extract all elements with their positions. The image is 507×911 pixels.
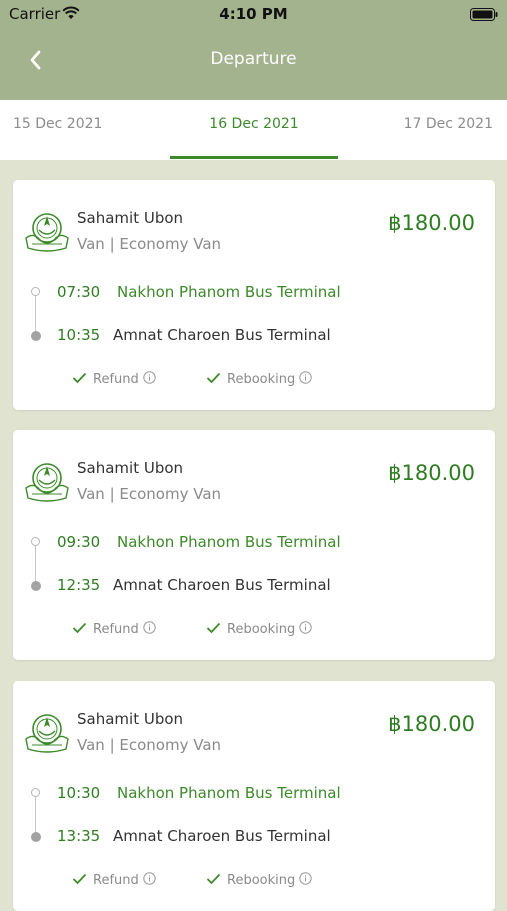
info-icon[interactable] (143, 872, 156, 889)
refund-label: Refund (93, 372, 139, 387)
operator-logo-icon (24, 711, 70, 755)
arrival-dot-icon (31, 832, 41, 842)
vehicle-type: Van | Economy Van (77, 736, 222, 754)
refund-label: Refund (93, 873, 139, 888)
vehicle-type: Van | Economy Van (77, 485, 222, 503)
check-icon (206, 372, 221, 388)
info-icon[interactable] (299, 371, 312, 388)
operator-logo-icon (24, 460, 70, 504)
tab-prev-date[interactable]: 15 Dec 2021 (13, 116, 102, 132)
info-icon[interactable] (299, 872, 312, 889)
rebooking-policy[interactable]: Rebooking (206, 621, 312, 638)
trip-price: ฿180.00 (388, 211, 475, 235)
arrival-terminal: Amnat Charoen Bus Terminal (113, 576, 331, 594)
arrival-time: 10:35 (57, 326, 101, 344)
rebooking-label: Rebooking (227, 622, 296, 637)
info-icon[interactable] (299, 621, 312, 638)
departure-time: 10:30 (57, 784, 101, 802)
operator-name: Sahamit Ubon (77, 710, 184, 728)
operator-name: Sahamit Ubon (77, 459, 184, 477)
operator-logo-icon (24, 210, 70, 254)
status-time: 4:10 PM (219, 5, 288, 23)
nav-bar: Departure (0, 40, 507, 80)
trip-card[interactable]: Sahamit Ubon Van | Economy Van ฿180.00 1… (13, 681, 495, 911)
arrival-dot-icon (31, 581, 41, 591)
operator-name: Sahamit Ubon (77, 209, 184, 227)
battery-icon (470, 6, 498, 25)
rebooking-label: Rebooking (227, 372, 296, 387)
arrival-dot-icon (31, 331, 41, 341)
departure-time: 07:30 (57, 283, 101, 301)
rebooking-policy[interactable]: Rebooking (206, 872, 312, 889)
departure-dot-icon (31, 287, 40, 296)
check-icon (206, 873, 221, 889)
tab-active-date[interactable]: 16 Dec 2021 (170, 116, 338, 132)
departure-dot-icon (31, 537, 40, 546)
trip-card[interactable]: Sahamit Ubon Van | Economy Van ฿180.00 0… (13, 430, 495, 660)
arrival-terminal: Amnat Charoen Bus Terminal (113, 827, 331, 845)
arrival-time: 13:35 (57, 827, 101, 845)
departure-time: 09:30 (57, 533, 101, 551)
app-header: Carrier 4:10 PM Departure (0, 0, 507, 100)
refund-policy[interactable]: Refund (72, 621, 156, 638)
departure-terminal: Nakhon Phanom Bus Terminal (117, 283, 341, 301)
refund-policy[interactable]: Refund (72, 371, 156, 388)
rebooking-label: Rebooking (227, 873, 296, 888)
vehicle-type: Van | Economy Van (77, 235, 222, 253)
check-icon (206, 622, 221, 638)
check-icon (72, 873, 87, 889)
trip-card[interactable]: Sahamit Ubon Van | Economy Van ฿180.00 0… (13, 180, 495, 410)
rebooking-policy[interactable]: Rebooking (206, 371, 312, 388)
status-bar: Carrier 4:10 PM (0, 0, 507, 28)
info-icon[interactable] (143, 621, 156, 638)
arrival-time: 12:35 (57, 576, 101, 594)
tab-next-date[interactable]: 17 Dec 2021 (404, 116, 493, 132)
check-icon (72, 372, 87, 388)
departure-dot-icon (31, 788, 40, 797)
page-title: Departure (210, 49, 297, 69)
arrival-terminal: Amnat Charoen Bus Terminal (113, 326, 331, 344)
departure-terminal: Nakhon Phanom Bus Terminal (117, 784, 341, 802)
trip-price: ฿180.00 (388, 712, 475, 736)
refund-label: Refund (93, 622, 139, 637)
check-icon (72, 622, 87, 638)
active-tab-indicator (170, 156, 338, 159)
refund-policy[interactable]: Refund (72, 872, 156, 889)
trip-price: ฿180.00 (388, 461, 475, 485)
date-tabs: 15 Dec 2021 16 Dec 2021 17 Dec 2021 (0, 100, 507, 160)
departure-terminal: Nakhon Phanom Bus Terminal (117, 533, 341, 551)
info-icon[interactable] (143, 371, 156, 388)
